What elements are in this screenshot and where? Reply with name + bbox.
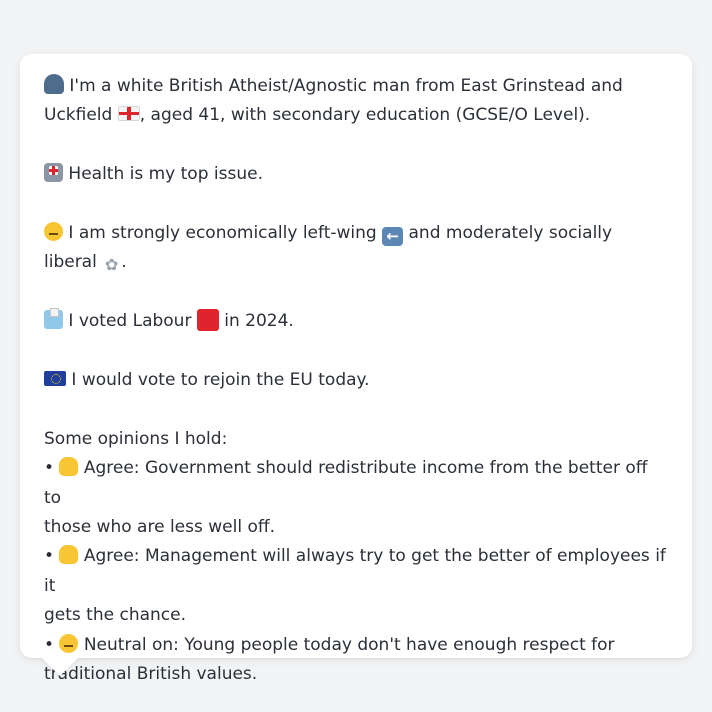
opinion-text-line2: gets the chance. — [44, 605, 187, 626]
thumbs-up-icon — [59, 545, 79, 565]
opinion-item: • Agree: Management will always try to g… — [44, 542, 668, 630]
top-issue-paragraph: Health is my top issue. — [44, 160, 668, 189]
ideology-text-start: I am strongly economically left-wing — [68, 223, 377, 243]
ideology-paragraph: I am strongly economically left-wing ← a… — [44, 219, 668, 278]
red-square-icon — [196, 309, 219, 332]
bubble-tail — [40, 656, 80, 676]
vote-text-end: in 2024. — [224, 311, 294, 332]
bullet-point: • — [44, 546, 55, 567]
opinion-text-line1: Young people today don't have enough res… — [184, 634, 615, 655]
england-flag-icon — [117, 106, 140, 122]
left-arrow-icon: ← — [382, 227, 404, 246]
intro-paragraph: I'm a white British Atheist/Agnostic man… — [44, 72, 668, 131]
ballot-box-icon — [44, 308, 63, 330]
hospital-icon — [44, 163, 63, 183]
eu-text: I would vote to rejoin the EU today. — [71, 370, 370, 390]
vote-paragraph: I voted Labour in 2024. — [44, 307, 668, 336]
opinion-text-line2: those who are less well off. — [44, 517, 275, 538]
intro-text-end: , aged 41, with secondary education (GCS… — [139, 105, 591, 126]
person-silhouette-icon — [44, 74, 64, 94]
opinion-item: • Agree: Government should redistribute … — [44, 454, 668, 542]
eu-flag-icon — [44, 371, 66, 386]
opinion-stance: Agree: — [83, 458, 140, 479]
bullet-point: • — [44, 458, 55, 479]
chat-message-bubble: I'm a white British Atheist/Agnostic man… — [20, 54, 692, 684]
thinking-face-icon — [44, 222, 63, 241]
opinion-item: • Neutral on: Young people today don't h… — [44, 631, 668, 690]
opinions-heading: Some opinions I hold: — [44, 428, 228, 449]
eu-paragraph: I would vote to rejoin the EU today. — [44, 366, 668, 395]
ideology-text-end: . — [121, 252, 127, 273]
opinion-stance: Neutral on: — [83, 634, 179, 655]
top-issue-text: Health is my top issue. — [68, 164, 263, 185]
vote-text-start: I voted Labour — [68, 311, 192, 332]
neutral-face-icon — [59, 633, 79, 653]
thumbs-up-icon — [59, 457, 79, 477]
opinion-stance: Agree: — [83, 546, 140, 567]
dove-icon: ✿ — [105, 255, 119, 275]
